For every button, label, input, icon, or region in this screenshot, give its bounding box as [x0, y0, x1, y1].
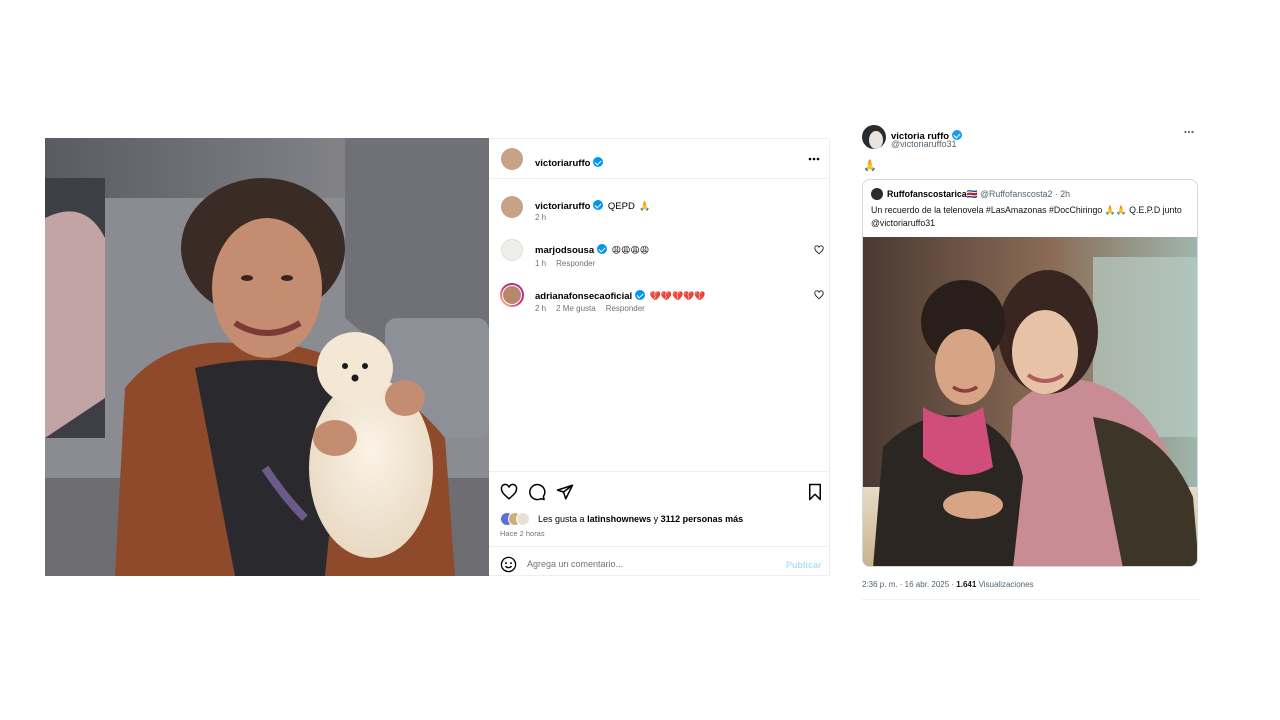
reply-button[interactable]: Responder: [606, 304, 645, 313]
comment-username[interactable]: adrianafonsecaoficial: [535, 291, 632, 302]
tweet-footer: 2:36 p. m. · 16 abr. 2025 · 1.641 Visual…: [862, 580, 1034, 589]
post-photo[interactable]: [45, 138, 489, 576]
caption-time: 2 h: [535, 213, 547, 222]
tweet-timestamp[interactable]: 2:36 p. m. · 16 abr. 2025 ·: [862, 580, 954, 589]
commenter-avatar[interactable]: [501, 239, 523, 261]
verified-badge-icon: [593, 200, 604, 210]
comment-username[interactable]: marjodsousa: [535, 245, 594, 256]
likes-user[interactable]: latinshownews: [587, 514, 651, 524]
comment-text: 💔💔💔💔💔: [649, 292, 706, 302]
likes-summary: Les gusta a latinshownews y 3112 persona…: [538, 514, 743, 524]
commenter-avatar[interactable]: [500, 283, 524, 307]
share-icon[interactable]: [556, 483, 574, 501]
comment-likes-count[interactable]: 2 Me gusta: [556, 304, 596, 313]
bookmark-icon[interactable]: [807, 483, 823, 501]
comment-like-heart-icon[interactable]: [814, 290, 824, 300]
caption-emoji: 🙏: [639, 202, 651, 212]
quoted-photo[interactable]: [863, 237, 1197, 566]
comment-input[interactable]: [527, 556, 767, 572]
divider: [489, 178, 829, 179]
quoted-avatar: [871, 188, 883, 200]
quoted-text: Un recuerdo de la telenovela #LasAmazona…: [871, 205, 1182, 228]
comment-like-heart-icon[interactable]: [814, 245, 824, 255]
tweet-text: 🙏: [863, 159, 877, 172]
avatar[interactable]: [501, 148, 523, 170]
tweet: victoria ruffo @victoriaruffo31 🙏 Ruffof…: [862, 122, 1200, 602]
more-icon[interactable]: [1184, 130, 1194, 134]
quoted-time: · 2h: [1054, 189, 1071, 199]
comment-meta: 2 h 2 Me gusta Responder: [535, 304, 655, 313]
verified-badge-icon: [597, 244, 608, 254]
tweet-views-count: 1.641: [956, 580, 977, 589]
likes-joiner: y: [653, 514, 659, 524]
comment-icon[interactable]: [528, 483, 546, 501]
post-side-panel: victoriaruffo victoriaruffo QEPD 🙏 2 h m…: [489, 138, 830, 576]
divider: [489, 471, 829, 472]
quoted-header: Ruffofanscostarica🇨🇷 @Ruffofanscosta2 · …: [887, 189, 1070, 200]
post-timestamp[interactable]: Hace 2 horas: [500, 529, 545, 538]
divider: [862, 599, 1200, 600]
heart-icon[interactable]: [500, 483, 518, 501]
quoted-author-name: Ruffofanscostarica🇨🇷: [887, 189, 978, 199]
comment-text: 😩😩😩😩: [611, 246, 650, 256]
publish-button[interactable]: Publicar: [786, 560, 822, 570]
more-icon[interactable]: [808, 157, 820, 161]
tweet-author-handle[interactable]: @victoriaruffo31: [891, 139, 957, 149]
caption-text: QEPD: [607, 201, 635, 212]
divider: [489, 546, 829, 547]
verified-badge-icon: [635, 290, 646, 300]
tweet-avatar[interactable]: [862, 125, 886, 149]
caption-avatar[interactable]: [501, 196, 523, 218]
comment-time: 2 h: [535, 304, 547, 313]
quoted-author-handle: @Ruffofanscosta2: [980, 189, 1053, 199]
reply-button[interactable]: Responder: [556, 259, 595, 268]
comment-time: 1 h: [535, 259, 547, 268]
comment-meta: 1 h Responder: [535, 259, 605, 268]
post-author[interactable]: victoriaruffo: [535, 153, 604, 171]
comment: adrianafonsecaoficial 💔💔💔💔💔: [535, 286, 706, 304]
tweet-views-label: Visualizaciones: [978, 580, 1034, 589]
emoji-icon[interactable]: [500, 556, 517, 573]
caption: victoriaruffo QEPD 🙏: [535, 196, 651, 214]
likes-count[interactable]: 3112 personas más: [661, 514, 744, 524]
caption-username[interactable]: victoriaruffo: [535, 201, 590, 212]
post-author-username[interactable]: victoriaruffo: [535, 158, 590, 169]
quoted-tweet[interactable]: Ruffofanscostarica🇨🇷 @Ruffofanscosta2 · …: [862, 179, 1198, 567]
verified-badge-icon: [593, 157, 604, 167]
liker-avatars[interactable]: [500, 512, 530, 526]
likes-prefix: Les gusta a: [538, 514, 585, 524]
comment: marjodsousa 😩😩😩😩: [535, 240, 649, 258]
